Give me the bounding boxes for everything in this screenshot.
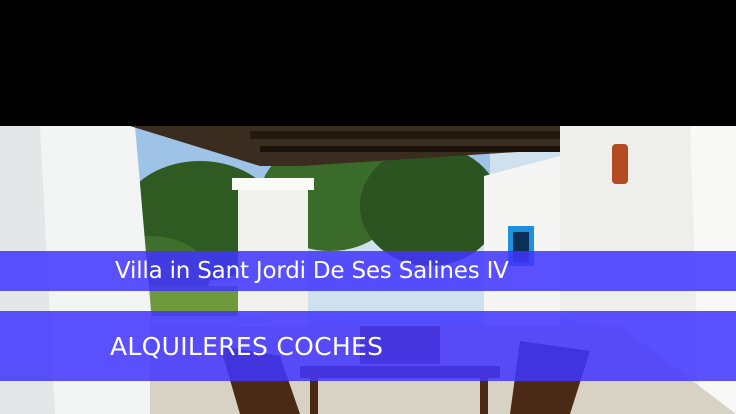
category-band: ALQUILERES COCHES: [0, 311, 736, 381]
category-label[interactable]: ALQUILERES COCHES: [110, 332, 383, 361]
listing-title-band: Villa in Sant Jordi De Ses Salines IV: [0, 251, 736, 291]
top-black-bar: [0, 0, 736, 126]
listing-title[interactable]: Villa in Sant Jordi De Ses Salines IV: [115, 258, 509, 284]
